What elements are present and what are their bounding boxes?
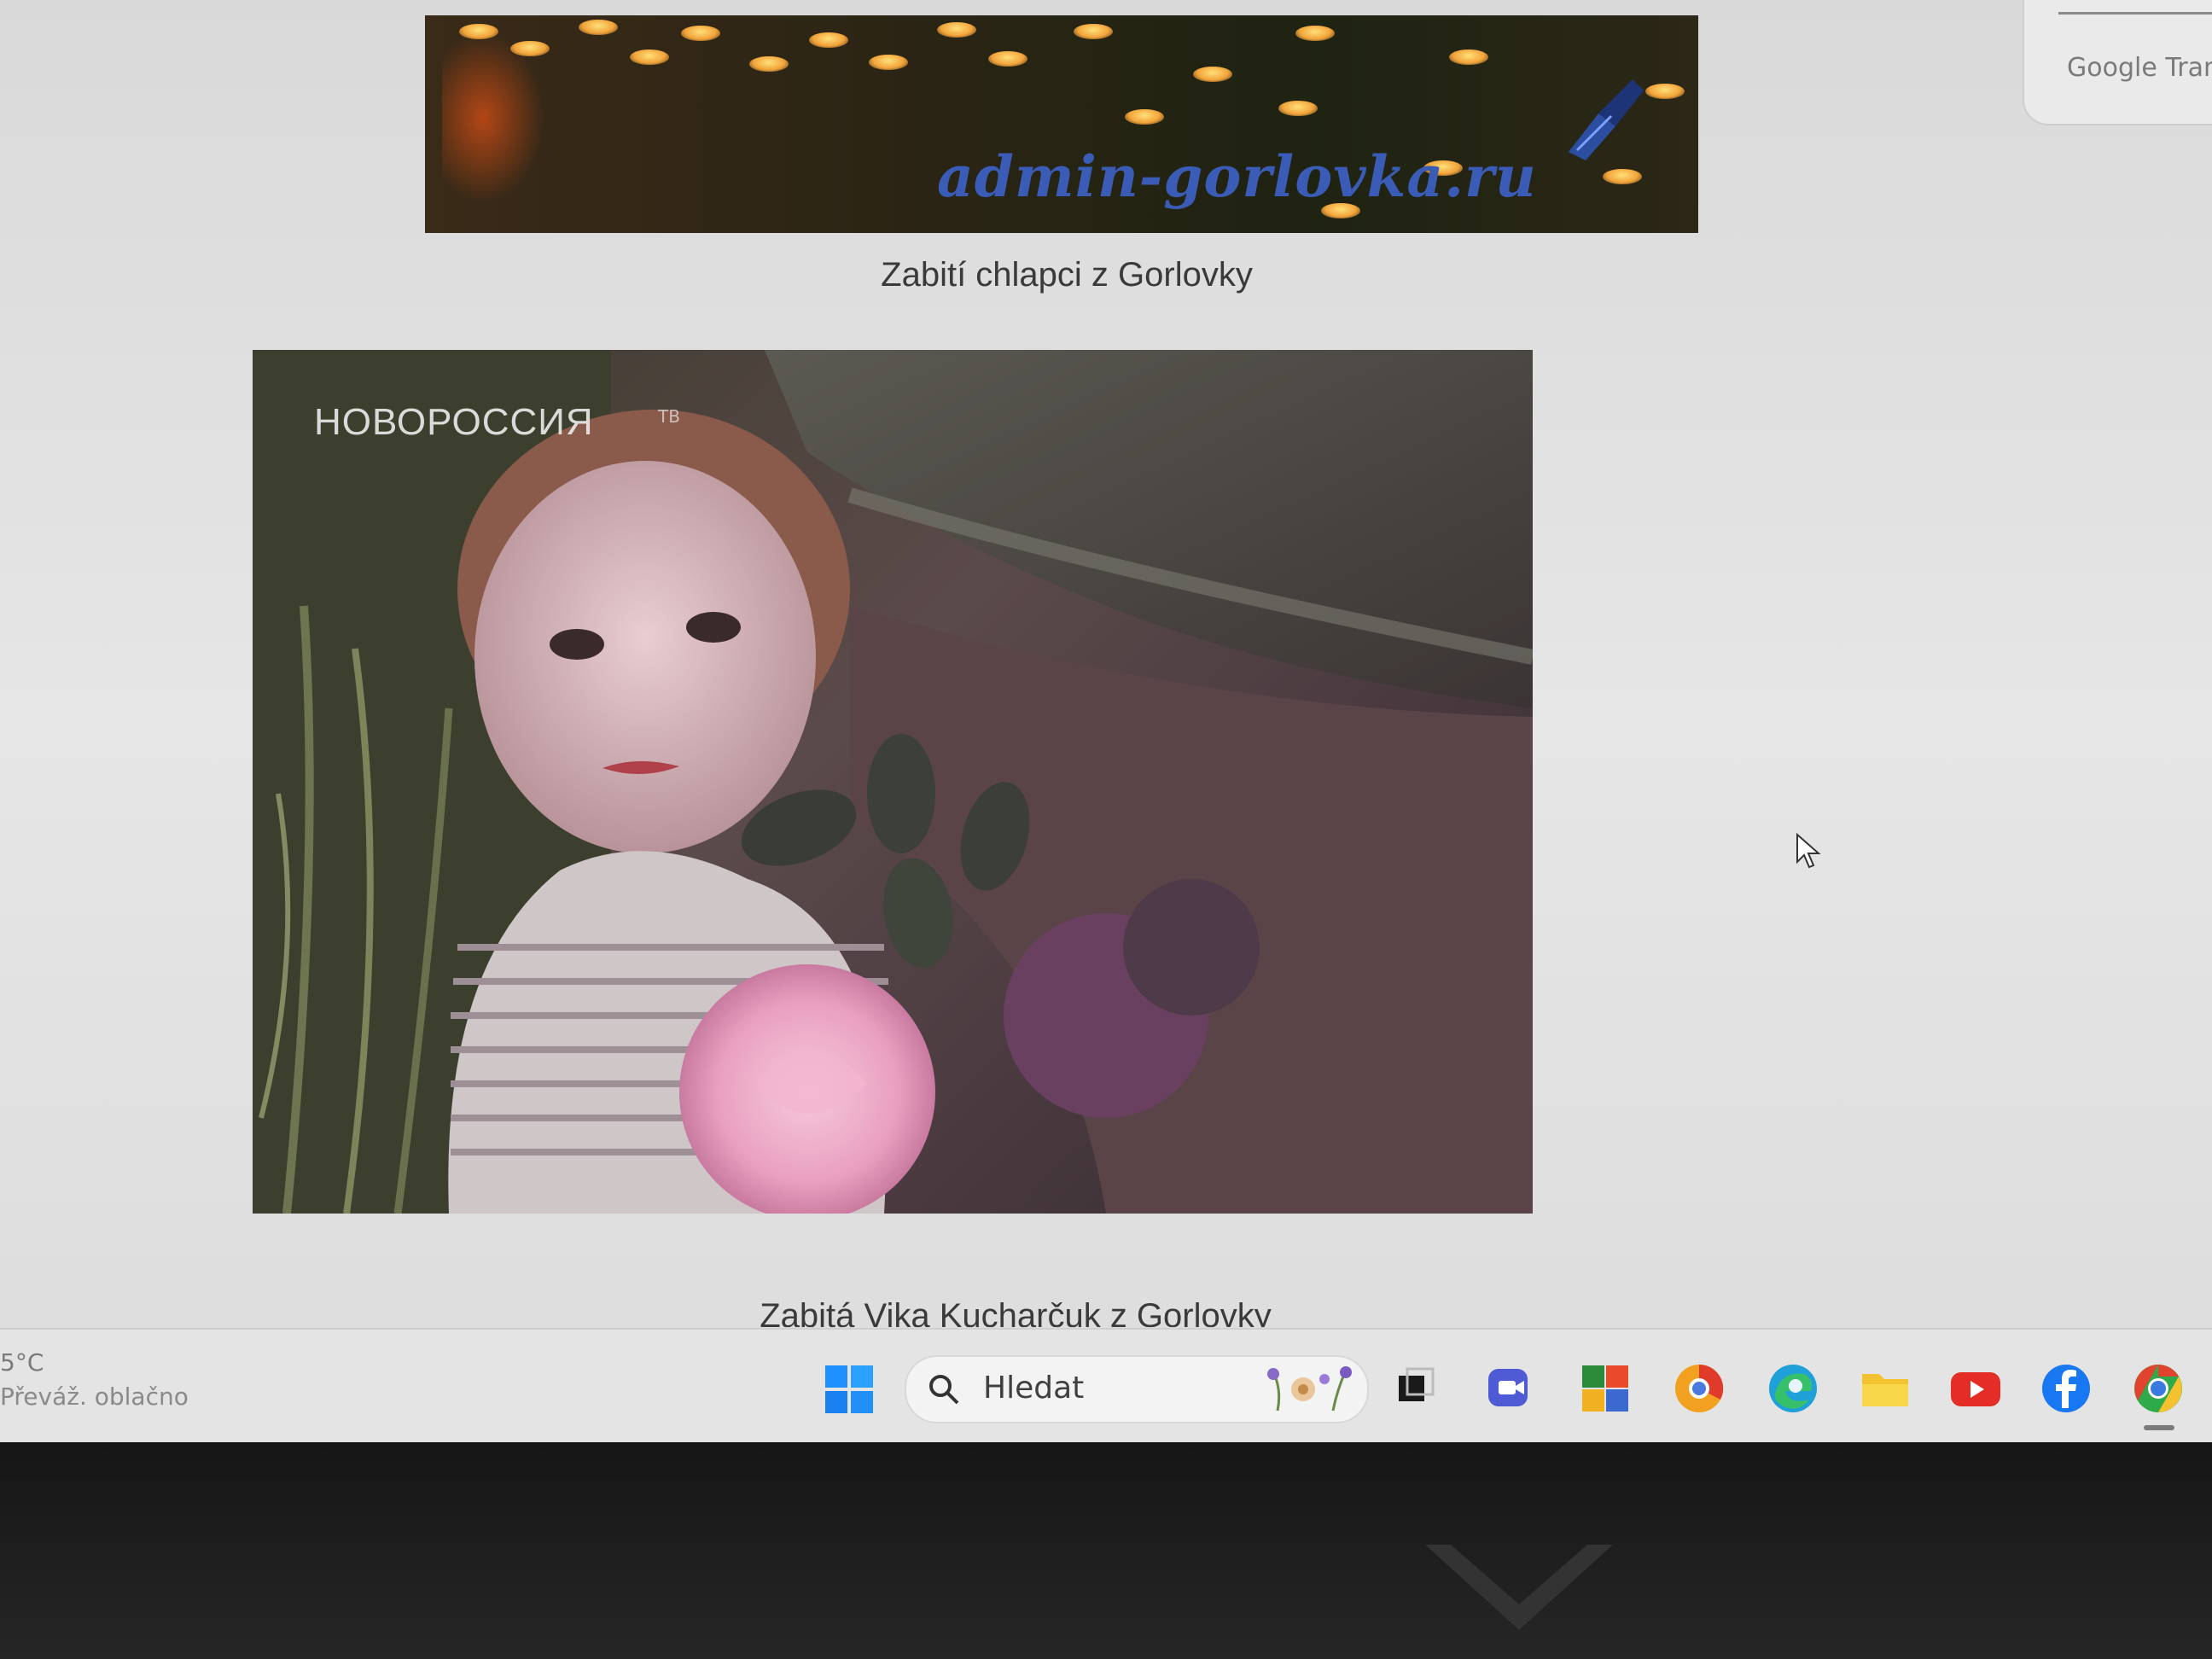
weather-temperature[interactable]: 5°C xyxy=(0,1348,44,1377)
watermark-tv-superscript: ТВ xyxy=(658,406,680,427)
search-placeholder: Hledat xyxy=(983,1371,1085,1406)
panel-divider xyxy=(2058,12,2212,15)
edge-icon[interactable] xyxy=(1765,1360,1821,1417)
image-caption: Zabití chlapci z Gorlovky xyxy=(881,256,1253,294)
photo-content xyxy=(253,350,1533,1214)
chrome-icon[interactable] xyxy=(2130,1360,2186,1417)
lavender-flowers-icon xyxy=(1267,1366,1352,1412)
youtube-icon[interactable] xyxy=(1947,1360,2004,1417)
google-translate-label: Google Tran xyxy=(2067,53,2212,83)
active-app-indicator xyxy=(2144,1425,2174,1430)
file-explorer-icon[interactable] xyxy=(1857,1360,1913,1417)
windows-taskbar: 5°C Převáž. oblačno Hledat xyxy=(0,1328,2212,1442)
mouse-cursor-icon xyxy=(1796,833,1821,869)
google-translate-panel[interactable]: Google Tran xyxy=(2023,0,2212,125)
monitor-bezel xyxy=(0,1442,2212,1659)
photos-app-icon[interactable] xyxy=(1577,1360,1633,1417)
weather-description[interactable]: Převáž. oblačno xyxy=(0,1382,189,1411)
banner-watermark: admin-gorlovka.ru xyxy=(937,143,1537,210)
facebook-icon[interactable] xyxy=(2038,1360,2094,1417)
monitor-logo-chevron-icon xyxy=(1425,1545,1613,1630)
girl-with-rose-photo: НОВОРОССИЯ ТВ xyxy=(253,350,1533,1214)
taskbar-search-box[interactable]: Hledat xyxy=(905,1355,1369,1423)
monitor-screen: admin-gorlovka.ru Zabití chlapci z Gorlo… xyxy=(0,0,2212,1442)
fountain-pen-icon xyxy=(1569,79,1644,160)
windows-start-icon[interactable] xyxy=(824,1364,875,1415)
teams-meet-icon[interactable] xyxy=(1483,1360,1540,1417)
novorossiya-tv-watermark: НОВОРОССИЯ xyxy=(314,401,594,443)
candles-banner-image: admin-gorlovka.ru xyxy=(425,15,1698,233)
chrome-canary-icon[interactable] xyxy=(1671,1360,1727,1417)
task-view-icon[interactable] xyxy=(1387,1360,1443,1417)
search-icon xyxy=(929,1375,959,1405)
banner-flame-glow xyxy=(442,32,544,203)
